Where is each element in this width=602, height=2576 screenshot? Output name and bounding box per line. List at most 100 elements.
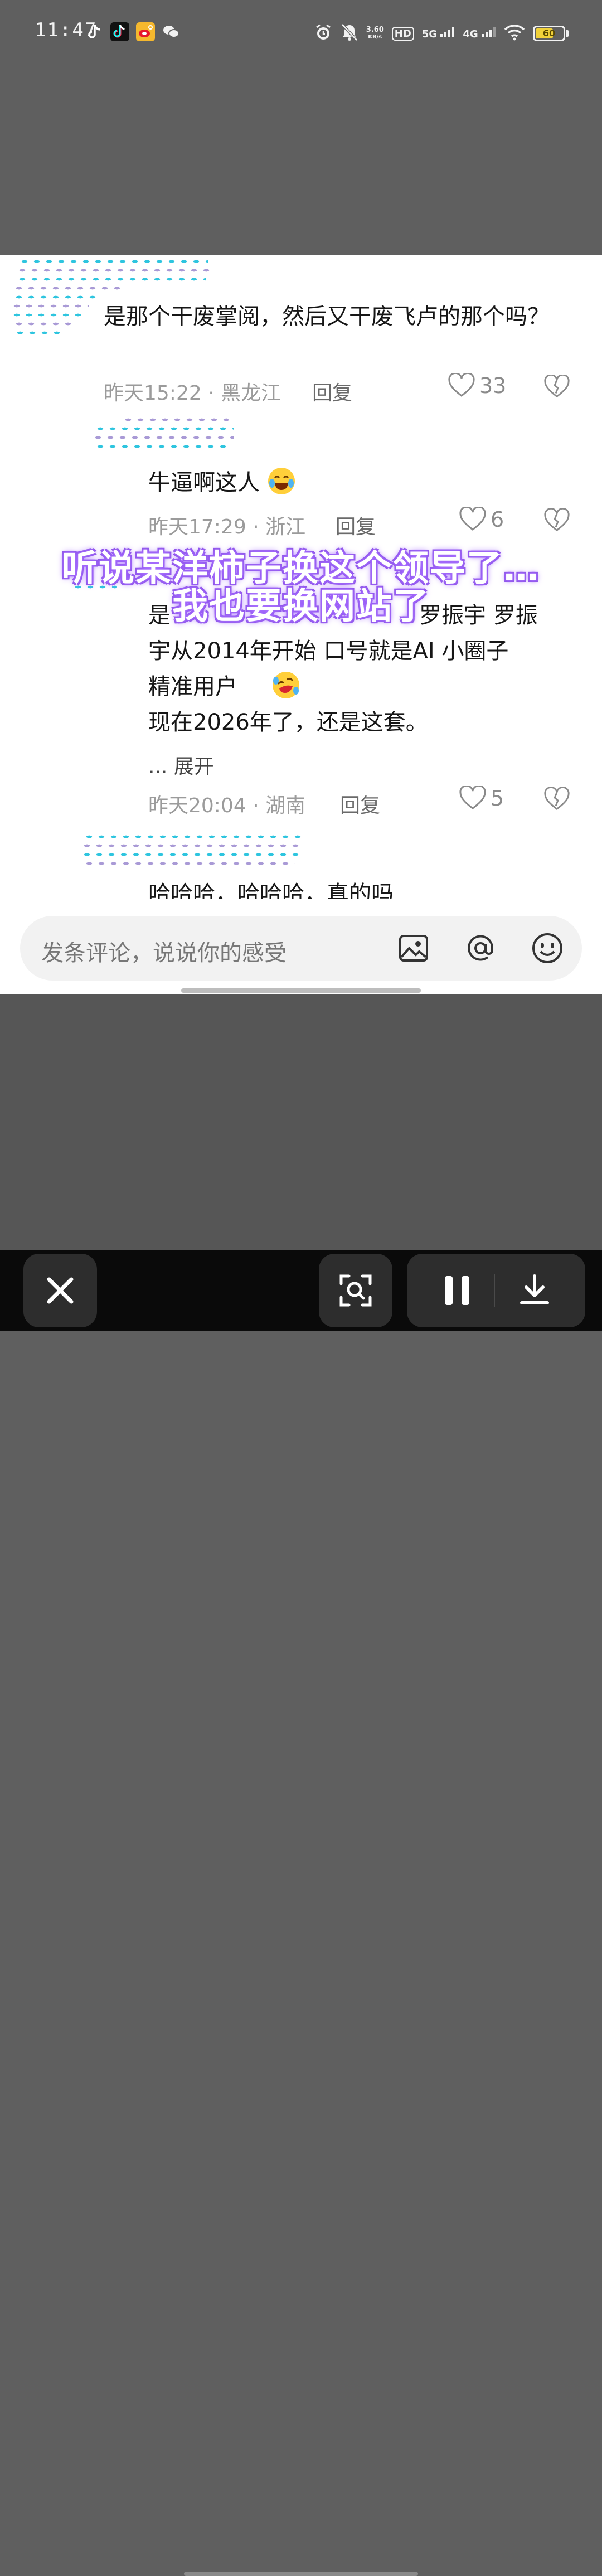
mosaic-strip: [95, 444, 229, 449]
net-speed-value: 3.60: [366, 26, 384, 34]
broken-heart-icon: [544, 786, 570, 811]
dislike-button[interactable]: [544, 373, 570, 401]
comment-time: 昨天20:04: [148, 794, 246, 817]
mosaic-strip: [93, 435, 234, 440]
reply-button[interactable]: 回复: [336, 511, 376, 540]
toolbar-divider: [494, 1274, 495, 1307]
pause-button[interactable]: [440, 1274, 474, 1309]
signal-5g: 5G: [422, 27, 455, 40]
meta-separator: ·: [246, 794, 266, 817]
close-button[interactable]: [23, 1254, 97, 1327]
status-bar: 11:47 3.60 KB/s HD 5G 4G 60: [0, 0, 602, 67]
battery-tip: [566, 30, 569, 37]
meta-separator: ·: [246, 516, 266, 539]
gesture-bar: [184, 2572, 418, 2576]
comment-time: 昨天15:22: [104, 382, 202, 405]
sheet-handle: [181, 988, 421, 993]
comment-location: 湖南: [265, 794, 306, 817]
rolling-laugh-emoji-icon: [272, 672, 299, 698]
net-speed-unit: KB/s: [368, 34, 382, 40]
status-right: 3.60 KB/s HD 5G 4G 60: [314, 21, 569, 46]
mosaic-strip: [123, 417, 229, 423]
net-speed: 3.60 KB/s: [366, 26, 384, 41]
mute-icon: [341, 23, 358, 44]
comment-meta: 昨天15:22 · 黑龙江: [104, 377, 281, 406]
signal-4g: 4G: [463, 27, 496, 40]
heart-icon: [459, 507, 486, 531]
mosaic-strip: [14, 330, 65, 336]
mosaic-strip: [95, 426, 234, 431]
comment-text-line: 精准用户: [148, 669, 300, 705]
sim2-type: 4G: [463, 28, 478, 40]
battery-level: 60: [542, 28, 556, 38]
mosaic-strip: [11, 312, 84, 318]
hd-badge: HD: [391, 26, 414, 41]
mention-icon[interactable]: [464, 932, 497, 967]
like-button[interactable]: 5: [459, 786, 504, 811]
viewer-background: [0, 994, 602, 1250]
wechat-icon: [162, 22, 181, 41]
emoji-icon[interactable]: [531, 932, 564, 967]
playback-controls: [407, 1254, 585, 1327]
like-count: 33: [479, 373, 507, 398]
tiktok-lite-icon: [85, 22, 104, 41]
alarm-icon: [314, 23, 333, 44]
like-button[interactable]: 33: [448, 373, 506, 398]
download-button[interactable]: [515, 1270, 554, 1312]
like-count: 6: [491, 507, 504, 532]
like-button[interactable]: 6: [459, 507, 504, 532]
reply-button[interactable]: 回复: [312, 377, 352, 406]
comment-text-line: 宇从2014年开始 口号就是AI 小圈子: [148, 638, 509, 664]
mosaic-strip: [81, 852, 299, 857]
comment-input[interactable]: 发条评论，说说你的感受: [20, 916, 582, 981]
reply-button[interactable]: 回复: [340, 789, 380, 818]
like-count: 5: [491, 786, 504, 811]
signal-bars-2-icon: [482, 27, 496, 37]
tiktok-icon: [110, 22, 129, 41]
mosaic-strip: [17, 268, 212, 273]
broken-heart-icon: [544, 507, 570, 532]
comment-text: 牛逼啊这人: [148, 465, 296, 501]
wifi-icon: [504, 24, 525, 43]
scan-search-icon: [339, 1274, 372, 1307]
mosaic-strip: [84, 834, 301, 840]
overlay-caption-line2: 我也要换网站了: [172, 586, 430, 627]
weibo-icon: [136, 22, 155, 41]
mosaic-strip: [17, 276, 206, 282]
mosaic-strip: [11, 303, 89, 309]
broken-heart-icon: [544, 373, 570, 398]
battery-body: 60: [533, 26, 565, 41]
comment-text: 是那个干废掌阅，然后又干废飞卢的那个吗？: [104, 304, 550, 329]
comment-meta: 昨天17:29 · 浙江: [148, 511, 305, 540]
image-picker-icon[interactable]: [397, 932, 430, 967]
mosaic-strip: [13, 285, 125, 291]
mosaic-strip: [19, 259, 208, 264]
comment-location: 黑龙江: [221, 382, 281, 405]
mosaic-strip: [81, 843, 302, 848]
heart-icon: [459, 786, 486, 809]
comment-input-placeholder: 发条评论，说说你的感受: [41, 940, 287, 966]
battery-icon: 60: [533, 26, 569, 41]
laugh-cry-emoji-icon: [268, 468, 295, 494]
pause-icon: [445, 1276, 469, 1305]
comment-location: 浙江: [265, 516, 306, 539]
meta-separator: ·: [201, 382, 221, 405]
comment-text-line: 现在2026年了，还是这套。: [148, 710, 428, 735]
sim1-type: 5G: [421, 28, 438, 40]
expand-button[interactable]: ... 展开: [148, 750, 214, 779]
dislike-button[interactable]: [544, 507, 570, 535]
comment-time: 昨天17:29: [148, 516, 246, 539]
mosaic-strip: [13, 294, 97, 300]
download-icon: [520, 1274, 549, 1304]
heart-icon: [448, 373, 475, 397]
comment-meta: 昨天20:04 · 湖南: [148, 789, 305, 818]
scan-button[interactable]: [319, 1254, 392, 1327]
dislike-button[interactable]: [544, 786, 570, 814]
signal-bars-1-icon: [440, 27, 455, 37]
close-icon: [47, 1277, 74, 1304]
mosaic-strip: [13, 321, 75, 327]
mosaic-strip: [84, 861, 295, 866]
viewer-toolbar: [0, 1250, 602, 2576]
comment-text-content: 精准用户: [148, 674, 237, 700]
comment-text-content: 牛逼啊这人: [148, 470, 260, 496]
